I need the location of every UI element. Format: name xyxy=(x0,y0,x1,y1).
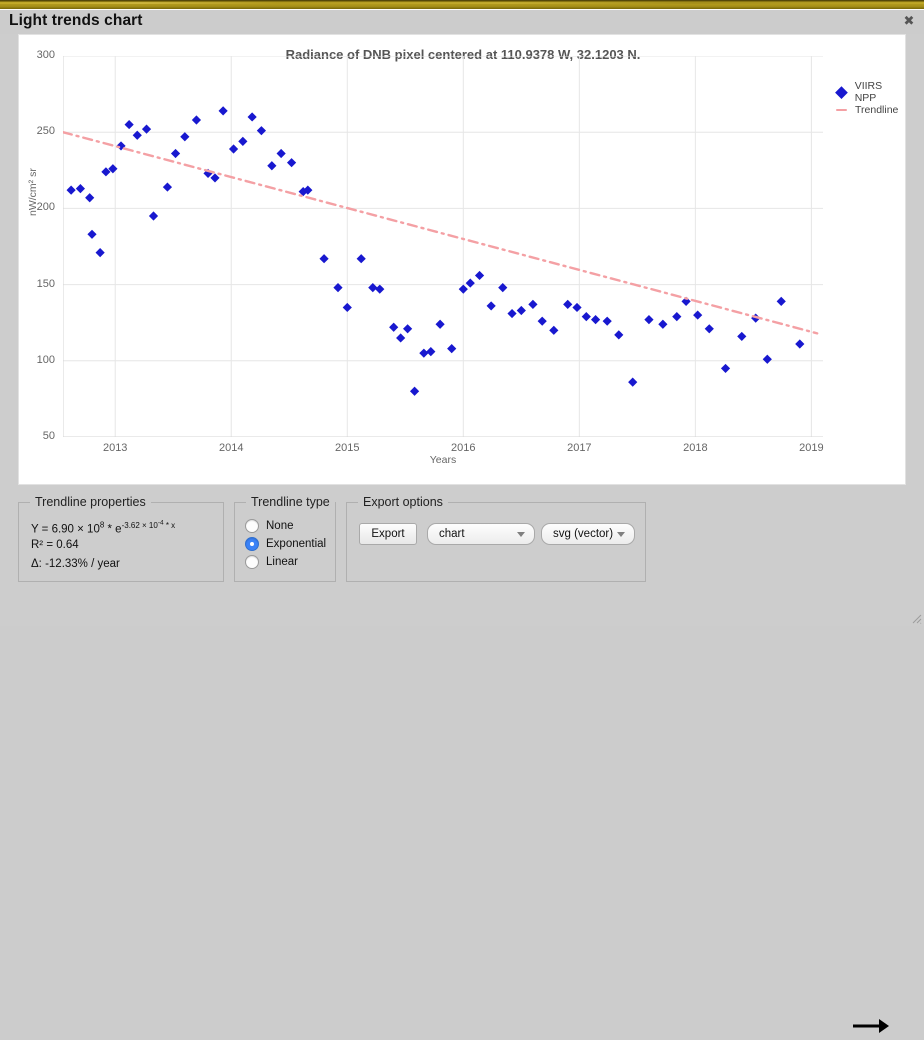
trendline-type-title: Trendline type xyxy=(246,495,335,509)
plot-area: 50 100 150 200 250 300 2013 2014 2015 2016 2017 20… xyxy=(27,49,824,466)
y-tick-label: 300 xyxy=(36,49,55,61)
radio-icon-none[interactable] xyxy=(245,519,259,533)
export-button[interactable]: Export xyxy=(359,523,417,545)
trendline-delta: Δ: -12.33% / year xyxy=(31,558,120,570)
scatter-plot-svg xyxy=(63,56,823,437)
equation-middle: * e xyxy=(104,523,122,536)
radio-icon-linear[interactable] xyxy=(245,555,259,569)
radio-option-exponential[interactable]: Exponential xyxy=(245,537,326,551)
export-format-value: svg (vector) xyxy=(553,528,614,540)
y-tick-label: 50 xyxy=(42,430,55,442)
export-options-title: Export options xyxy=(358,495,448,509)
resize-grip-icon[interactable] xyxy=(910,612,922,624)
x-tick-label: 2016 xyxy=(451,442,476,454)
desktop-background-sheen xyxy=(0,2,924,4)
diamond-marker-icon xyxy=(835,85,848,99)
export-target-select[interactable]: chart xyxy=(427,523,535,545)
y-axis-label: nW/cm² sr xyxy=(27,168,39,216)
chart-legend: VIIRS NPP Trendline xyxy=(835,80,905,119)
window-titlebar: Light trends chart ✖ xyxy=(0,10,924,34)
legend-label-trendline: Trendline xyxy=(855,104,899,116)
light-trends-window: Light trends chart ✖ Radiance of DNB pix… xyxy=(0,9,924,1033)
window-title: Light trends chart xyxy=(9,12,143,29)
radio-label-exponential: Exponential xyxy=(266,538,327,550)
x-tick-label: 2017 xyxy=(567,442,592,454)
y-tick-label: 100 xyxy=(36,353,55,366)
export-target-value: chart xyxy=(439,528,465,540)
x-axis-label: Years xyxy=(429,454,457,466)
close-icon[interactable]: ✖ xyxy=(901,13,917,29)
radio-icon-exponential[interactable] xyxy=(245,537,259,551)
trendline-r2: R² = 0.64 xyxy=(31,539,79,551)
trendline-properties-title: Trendline properties xyxy=(30,495,151,509)
x-tick-label: 2015 xyxy=(335,442,360,454)
legend-item-trendline: Trendline xyxy=(835,101,905,119)
export-options-group: Export options Export chart svg (vector) xyxy=(346,495,889,1033)
chevron-down-icon xyxy=(517,532,525,537)
y-tick-label: 150 xyxy=(36,277,55,290)
dash-marker-icon xyxy=(836,109,847,111)
radio-label-none: None xyxy=(266,520,294,532)
trendline-equation: Y = 6.90 × 108 * e-3.62 × 10-4 * x xyxy=(31,519,175,535)
x-tick-label: 2019 xyxy=(799,442,824,454)
trendline-type-group: Trendline type None Exponential Linear xyxy=(234,495,336,582)
legend-label-viirs: VIIRS NPP xyxy=(854,80,883,104)
export-format-select[interactable]: svg (vector) xyxy=(541,523,635,545)
y-tick-label: 250 xyxy=(36,125,55,138)
legend-item-viirs: VIIRS NPP xyxy=(835,80,905,104)
equation-exponent-2: -3.62 × 10-4 * x xyxy=(121,519,176,530)
chevron-down-icon-2 xyxy=(617,532,625,537)
arrow-right-icon xyxy=(853,1017,889,1035)
chart-panel: Radiance of DNB pixel centered at 110.93… xyxy=(18,34,906,485)
x-tick-label: 2013 xyxy=(102,442,128,454)
equation-prefix: Y = 6.90 × 10 xyxy=(31,523,100,536)
radio-option-linear[interactable]: Linear xyxy=(245,555,298,569)
x-tick-label: 2014 xyxy=(218,442,244,454)
x-tick-label: 2018 xyxy=(683,442,708,454)
radio-option-none[interactable]: None xyxy=(245,519,294,533)
radio-label-linear: Linear xyxy=(266,556,298,568)
trendline-properties-group: Trendline properties Y = 6.90 × 108 * e-… xyxy=(18,495,224,582)
